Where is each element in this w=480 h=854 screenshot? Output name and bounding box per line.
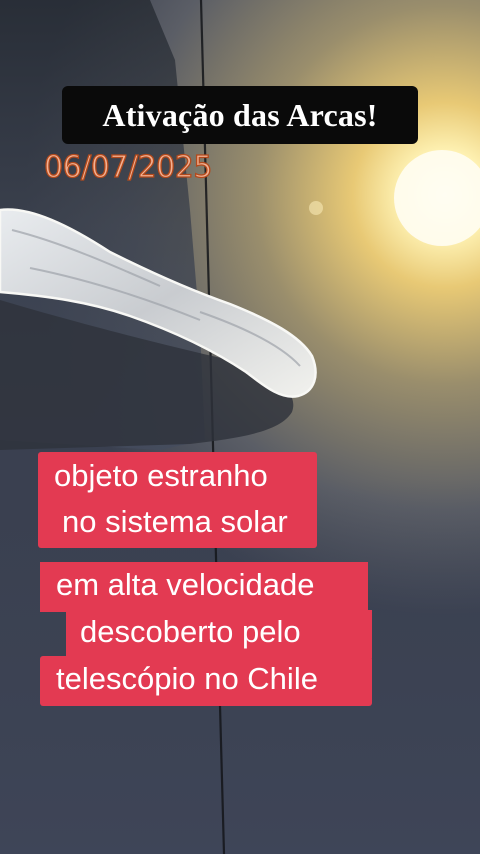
caption-top-line1: objeto estranho [54,458,268,493]
caption-top: objeto estranho no sistema solar [38,452,317,548]
caption-bottom-line3: telescópio no Chile [56,661,318,696]
title-banner: Ativação das Arcas! [62,86,418,144]
caption-top-line2: no sistema solar [62,504,288,539]
caption-bottom: em alta velocidade descoberto pelo teles… [40,562,372,706]
date-stamp: 06/07/2025 [43,149,213,185]
caption-bottom-line2: descoberto pelo [80,614,301,649]
caption-bottom-line1: em alta velocidade [56,567,315,602]
